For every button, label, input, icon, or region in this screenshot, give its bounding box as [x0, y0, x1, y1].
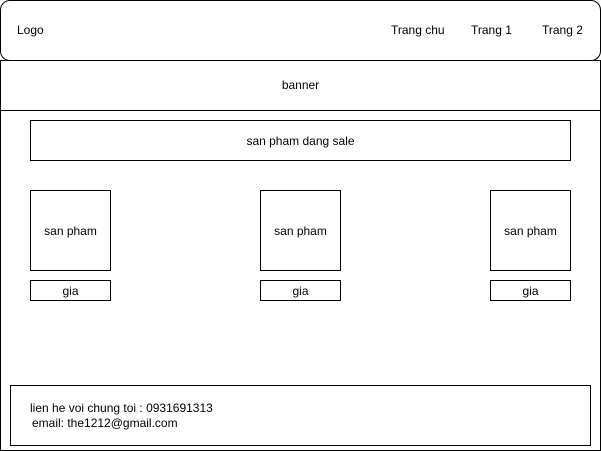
product-card[interactable]: san pham — [490, 190, 571, 271]
product-price: gia — [490, 280, 571, 301]
product-price: gia — [30, 280, 111, 301]
product-name: san pham — [274, 223, 327, 238]
banner-label: banner — [281, 78, 320, 92]
product-card[interactable]: san pham — [30, 190, 111, 271]
banner-divider — [0, 110, 601, 111]
sale-section-header: san pham dang sale — [30, 120, 571, 161]
product-price-label: gia — [522, 283, 539, 298]
product-price: gia — [260, 280, 341, 301]
contact-email: email: the1212@gmail.com — [32, 416, 178, 430]
nav-link-trang-chu[interactable]: Trang chu — [391, 23, 445, 37]
contact-phone: lien he voi chung toi : 0931691313 — [30, 401, 213, 415]
sale-section-title: san pham dang sale — [246, 133, 355, 148]
product-name: san pham — [44, 223, 97, 238]
product-price-label: gia — [62, 283, 79, 298]
banner[interactable]: banner — [0, 60, 601, 110]
product-price-label: gia — [292, 283, 309, 298]
logo[interactable]: Logo — [17, 23, 44, 37]
product-card[interactable]: san pham — [260, 190, 341, 271]
nav-link-trang-2[interactable]: Trang 2 — [542, 23, 583, 37]
product-name: san pham — [504, 223, 557, 238]
nav-link-trang-1[interactable]: Trang 1 — [471, 23, 512, 37]
